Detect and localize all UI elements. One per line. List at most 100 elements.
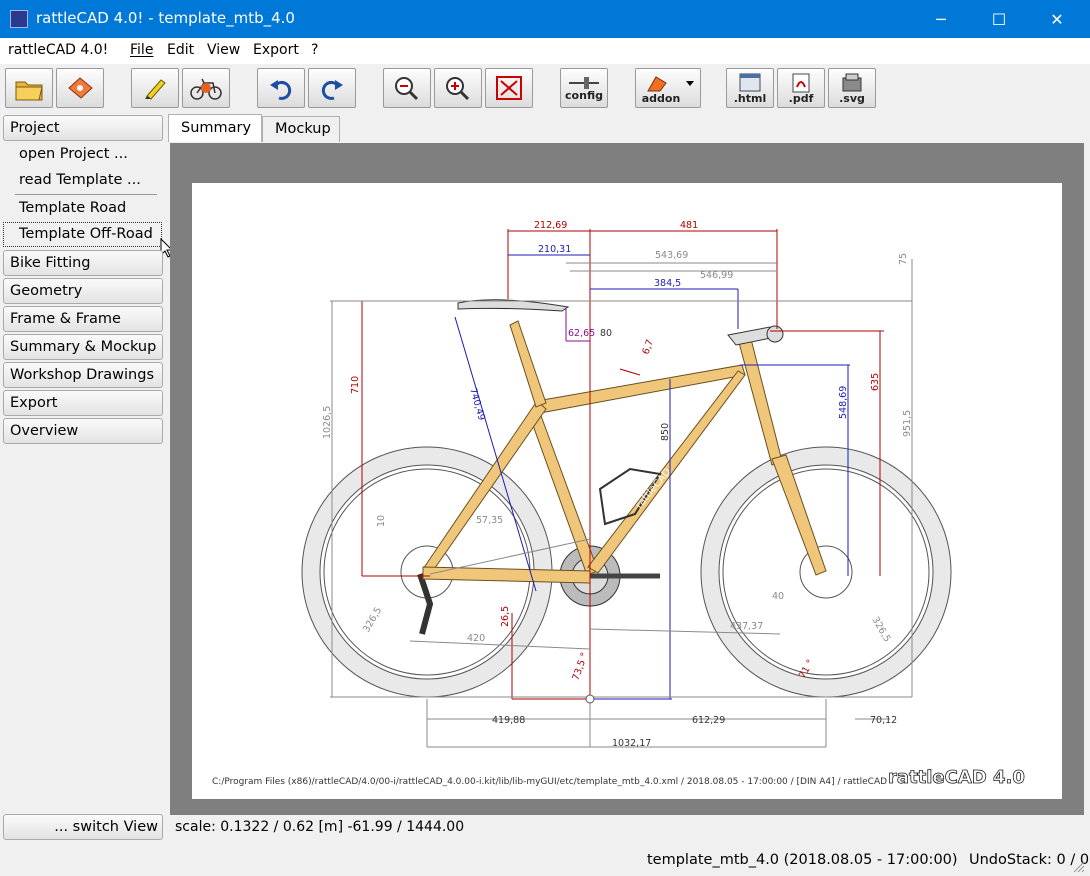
title-bar: rattleCAD 4.0! - template_mtb_4.0 ─ ☐ ✕	[0, 0, 1090, 38]
resize-grip-icon[interactable]	[1072, 860, 1086, 874]
dim-1026: 1026,5	[322, 406, 333, 439]
export-svg-button[interactable]: .svg	[828, 68, 876, 108]
dim-419: 419,88	[492, 715, 525, 726]
sidebar-divider	[15, 194, 157, 195]
window-title: rattleCAD 4.0! - template_mtb_4.0	[36, 9, 295, 27]
status-file: template_mtb_4.0 (2018.08.05 - 17:00:00)	[647, 852, 958, 868]
export-pdf-icon	[792, 73, 810, 92]
dim-212: 212,69	[534, 220, 567, 231]
sidebar-project-button[interactable]: Project	[3, 115, 163, 141]
open-folder-icon	[15, 81, 43, 101]
sidebar-bike-fitting[interactable]: Bike Fitting	[3, 250, 163, 276]
rattlecad-logo: rattleCAD 4.0	[888, 767, 1025, 788]
handlebar	[766, 325, 784, 343]
dim-735: 73,5 °	[570, 651, 590, 682]
dim-70: 70,12	[870, 715, 897, 726]
zoom-in-icon	[446, 77, 470, 101]
dim-6: 6,7	[640, 338, 656, 356]
dim-612: 612,29	[692, 715, 725, 726]
menu-bar: rattleCAD 4.0! File Edit View Export ?	[0, 38, 1090, 64]
pdf-label: .pdf	[788, 91, 814, 105]
dim-710: 710	[350, 376, 361, 394]
dim-481: 481	[680, 220, 698, 231]
open-template-button[interactable]	[56, 68, 104, 108]
menu-edit[interactable]: Edit	[167, 42, 194, 58]
minimize-button[interactable]: ─	[918, 0, 964, 38]
dim-10: 10	[376, 515, 387, 527]
dim-40: 40	[772, 591, 784, 602]
dim-548: 548,69	[838, 386, 849, 419]
bike-drawing: rattleCAD 212,69 481 210,31 543,69 546,9…	[212, 220, 1025, 788]
sidebar-template-offroad: Template Off-Road	[19, 226, 153, 242]
svg-label: .svg	[839, 91, 865, 105]
render-bike-icon	[190, 78, 222, 100]
scale-readout: scale: 0.1322 / 0.62 [m] -61.99 / 1444.0…	[175, 819, 465, 835]
sidebar-export[interactable]: Export	[3, 390, 163, 416]
undo-icon	[270, 80, 292, 100]
front-wheel	[700, 446, 952, 698]
drawing-path-note: C:/Program Files (x86)/rattleCAD/4.0/00-…	[212, 777, 887, 787]
dim-437: 437,37	[730, 621, 763, 632]
edit-button[interactable]	[131, 68, 179, 108]
dim-850: 850	[660, 423, 671, 441]
dim-57: 57,35	[476, 515, 503, 526]
export-html-button[interactable]: .html	[726, 68, 774, 108]
fit-view-button[interactable]	[485, 68, 533, 108]
dim-951: 951,5	[902, 410, 913, 437]
addon-icon	[647, 75, 694, 91]
menu-file[interactable]: File	[130, 42, 153, 58]
open-template-icon	[68, 77, 93, 99]
config-icon	[569, 76, 599, 89]
sidebar-geometry[interactable]: Geometry	[3, 278, 163, 304]
undo-button[interactable]	[257, 68, 305, 108]
dim-1032: 1032,17	[612, 738, 651, 749]
dim-384: 384,5	[654, 278, 681, 289]
sidebar-read-template[interactable]: read Template ...	[19, 172, 141, 188]
open-folder-button[interactable]	[5, 68, 53, 108]
drawing-canvas[interactable]: rattleCAD 212,69 481 210,31 543,69 546,9…	[170, 143, 1084, 815]
sidebar-summary-mockup[interactable]: Summary & Mockup	[3, 334, 163, 360]
zoom-in-button[interactable]	[434, 68, 482, 108]
dim-62: 62,65	[568, 328, 595, 339]
addon-label: addon	[641, 91, 681, 105]
export-html-icon	[739, 73, 761, 91]
sidebar-workshop-drawings[interactable]: Workshop Drawings	[3, 362, 163, 388]
switch-view-button[interactable]: ... switch View	[3, 814, 163, 840]
redo-button[interactable]	[308, 68, 356, 108]
toolbar: config addon .html .pdf .svg	[0, 64, 1090, 112]
export-pdf-button[interactable]: .pdf	[777, 68, 825, 108]
sidebar-template-road[interactable]: Template Road	[19, 200, 126, 216]
zoom-out-icon	[395, 77, 419, 101]
config-button[interactable]: config	[560, 68, 608, 108]
drawing-sheet: rattleCAD 212,69 481 210,31 543,69 546,9…	[192, 183, 1062, 799]
dim-80: 80	[600, 328, 612, 339]
dim-546: 546,99	[700, 270, 733, 281]
config-label: config	[565, 88, 603, 102]
addon-button[interactable]: addon	[635, 68, 701, 108]
close-button[interactable]: ✕	[1034, 0, 1080, 38]
dim-543: 543,69	[655, 250, 688, 261]
menu-view[interactable]: View	[207, 42, 240, 58]
sidebar-frame-tubes[interactable]: Frame & Frame Tubes	[3, 306, 163, 351]
dim-75: 75	[898, 253, 909, 265]
maximize-button[interactable]: ☐	[976, 0, 1022, 38]
menu-help[interactable]: ?	[311, 42, 318, 58]
sidebar-open-project[interactable]: open Project ...	[19, 146, 128, 162]
sidebar-overview[interactable]: Overview	[3, 418, 163, 444]
tab-summary[interactable]: Summary	[168, 114, 262, 142]
edit-pen-icon	[145, 79, 166, 100]
bottom-bracket-marker	[585, 694, 595, 704]
tab-mockup[interactable]: Mockup	[262, 116, 340, 142]
html-label: .html	[733, 91, 767, 105]
menu-export[interactable]: Export	[253, 42, 299, 58]
dim-26: 26,5	[500, 606, 511, 627]
sidebar-template-offroad-focus[interactable]: Template Off-Road	[3, 222, 162, 247]
dim-740: 740,49	[467, 387, 487, 422]
zoom-out-button[interactable]	[383, 68, 431, 108]
status-bar: template_mtb_4.0 (2018.08.05 - 17:00:00)…	[0, 846, 1090, 876]
dim-635: 635	[870, 373, 881, 391]
sidebar: Project open Project ... read Template .…	[0, 112, 174, 847]
export-svg-icon	[842, 73, 862, 91]
render-bike-button[interactable]	[182, 68, 230, 108]
app-icon	[10, 10, 28, 28]
